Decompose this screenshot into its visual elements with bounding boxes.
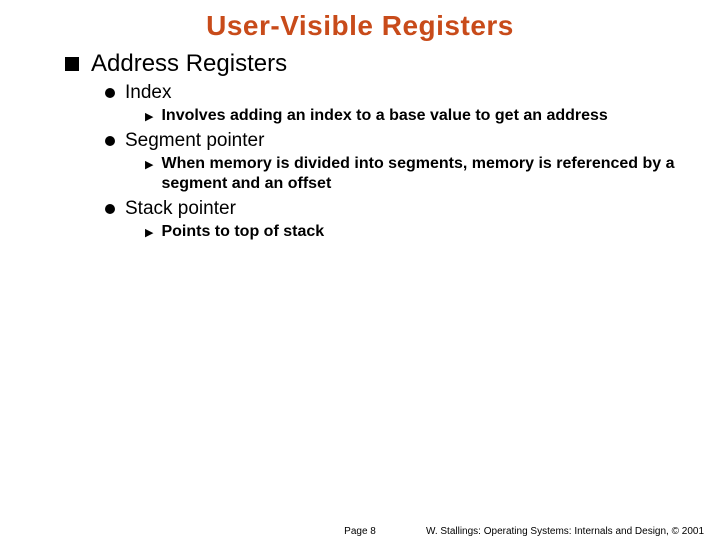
slide-content: Address Registers Index ▶ Involves addin… [0, 42, 720, 242]
list-item: Stack pointer [105, 198, 700, 220]
lvl3-text: Involves adding an index to a base value… [161, 106, 607, 126]
list-item: Index [105, 82, 700, 104]
footer-credit: W. Stallings: Operating Systems: Interna… [426, 526, 704, 537]
lvl2-text: Segment pointer [125, 130, 264, 152]
lvl2-text: Stack pointer [125, 198, 236, 220]
disc-bullet-icon [105, 136, 115, 146]
arrow-bullet-icon: ▶ [145, 225, 153, 241]
lvl1-text: Address Registers [91, 50, 287, 78]
lvl3-text: Points to top of stack [161, 222, 324, 242]
list-item: ▶ Involves adding an index to a base val… [145, 106, 700, 126]
disc-bullet-icon [105, 88, 115, 98]
list-item: ▶ Points to top of stack [145, 222, 700, 242]
arrow-bullet-icon: ▶ [145, 109, 153, 125]
page-number: Page 8 [344, 526, 376, 537]
lvl2-text: Index [125, 82, 171, 104]
slide-title: User-Visible Registers [0, 0, 720, 42]
disc-bullet-icon [105, 204, 115, 214]
square-bullet-icon [65, 57, 79, 71]
list-item: Segment pointer [105, 130, 700, 152]
arrow-bullet-icon: ▶ [145, 157, 153, 173]
list-item: Address Registers [65, 50, 700, 78]
list-item: ▶ When memory is divided into segments, … [145, 154, 700, 194]
lvl3-text: When memory is divided into segments, me… [161, 154, 690, 194]
